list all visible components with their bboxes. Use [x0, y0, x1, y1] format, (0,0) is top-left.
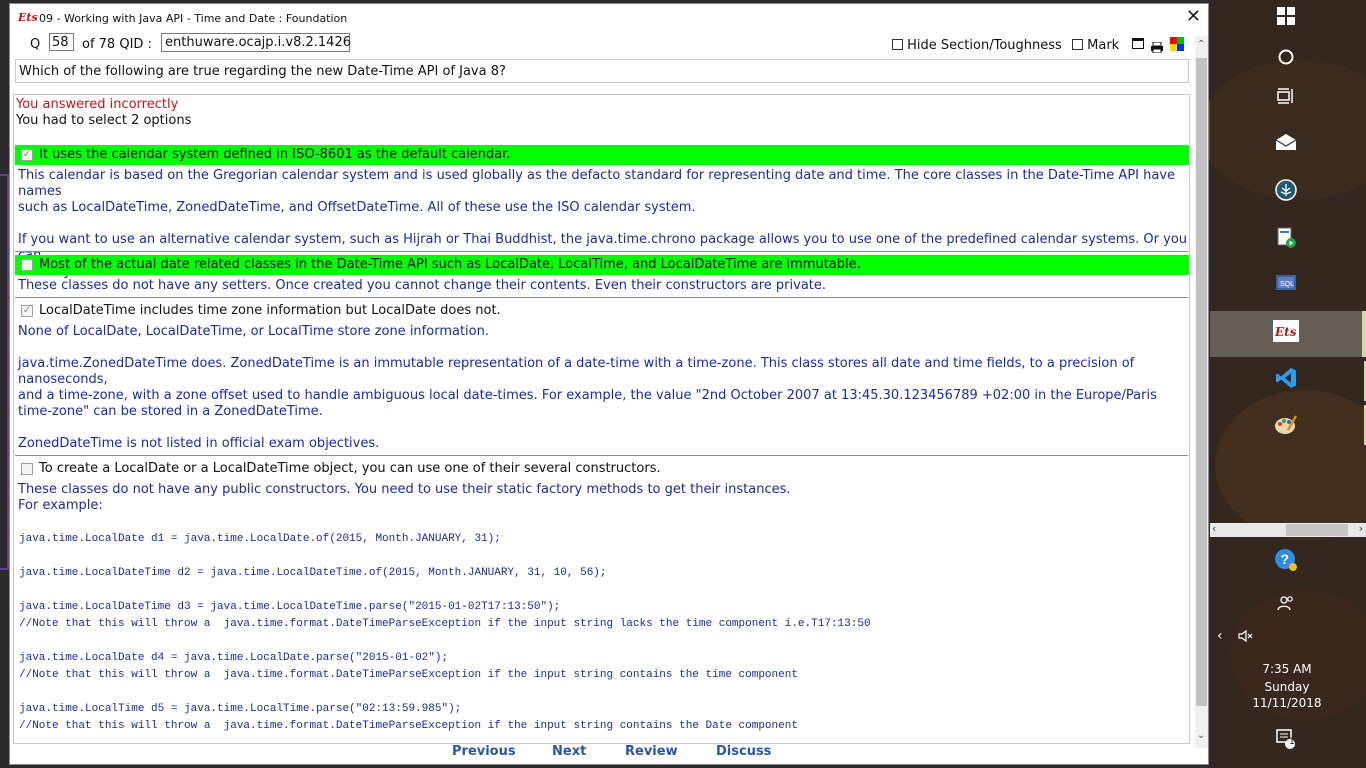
option-3[interactable]: ✓ LocalDateTime includes time zone infor…: [15, 301, 1189, 321]
option-2-checkbox[interactable]: [21, 259, 33, 271]
code-comment: //Note that this will throw a java.time.…: [19, 669, 798, 681]
option-4-explanation: These classes do not have any public con…: [18, 482, 1188, 514]
close-icon[interactable]: ✕: [1186, 8, 1201, 26]
option-divider: [15, 251, 1188, 252]
explanation-spacer: [18, 340, 1188, 356]
option-1-checkbox[interactable]: ✓: [21, 149, 33, 161]
question-toolbar: Q 58 of 78 QID : enthuware.ocajp.i.v8.2.…: [10, 32, 1208, 56]
clock-date: 11/11/2018: [1252, 696, 1322, 710]
option-2-text: Most of the actual date related classes …: [39, 257, 861, 272]
taskbar-horizontal-scrollbar[interactable]: ‹ ›: [1210, 522, 1366, 537]
notification-count: 1: [1289, 737, 1295, 747]
window-icon[interactable]: [1132, 38, 1144, 49]
app-tree-icon[interactable]: [1272, 179, 1300, 207]
qid-field[interactable]: enthuware.ocajp.i.v8.2.1426: [161, 33, 351, 52]
help-icon[interactable]: ?: [1272, 548, 1300, 576]
review-button[interactable]: Review: [625, 744, 678, 759]
explanation-spacer: [18, 420, 1188, 436]
sql-app-icon[interactable]: SQL: [1272, 273, 1300, 301]
color-settings-icon[interactable]: [1170, 36, 1184, 51]
volume-muted-icon[interactable]: [1238, 629, 1254, 647]
print-icon[interactable]: [1151, 38, 1163, 54]
option-3-text: LocalDateTime includes time zone informa…: [39, 303, 501, 318]
svg-text:SQL: SQL: [1280, 281, 1294, 288]
app-logo: Ets: [18, 11, 38, 24]
explanation-line: This calendar is based on the Gregorian …: [18, 168, 1176, 199]
result-status: You answered incorrectly: [16, 97, 179, 112]
mark-label: Mark: [1087, 38, 1120, 53]
option-1[interactable]: ✓ It uses the calendar system defined in…: [15, 145, 1189, 165]
window-title: 09 - Working with Java API - Time and Da…: [39, 12, 348, 25]
explanation-line: None of LocalDate, LocalDateTime, or Loc…: [18, 324, 489, 339]
hide-section-label: Hide Section/Toughness: [907, 38, 1062, 53]
notification-center-icon[interactable]: 1: [1272, 728, 1300, 756]
clock-time[interactable]: 7:35 AM: [1240, 662, 1334, 676]
option-2-explanation: These classes do not have any setters. O…: [18, 278, 1188, 294]
question-number-input[interactable]: 58: [49, 33, 74, 51]
explanation-line: ZonedDateTime is not listed in official …: [18, 436, 380, 451]
code-line: java.time.LocalDate d4 = java.time.Local…: [19, 652, 449, 664]
scroll-left-icon[interactable]: ‹: [1212, 522, 1216, 535]
explanation-line: These classes do not have any public con…: [18, 482, 791, 497]
cortana-icon[interactable]: [1272, 46, 1300, 74]
code-comment: //Note that this will throw a java.time.…: [19, 618, 871, 630]
option-divider: [15, 297, 1188, 298]
explanation-line: java.time.ZonedDateTime does. ZonedDateT…: [18, 356, 1135, 387]
taskbar-active-indicator: [1362, 311, 1366, 357]
option-4[interactable]: To create a LocalDate or a LocalDateTime…: [15, 459, 1189, 479]
hide-section-checkbox[interactable]: [892, 39, 903, 50]
code-line: java.time.LocalDateTime d2 = java.time.L…: [19, 567, 607, 579]
option-3-checkbox[interactable]: ✓: [21, 305, 33, 317]
scroll-up-icon[interactable]: ⌃: [1197, 39, 1205, 50]
scroll-down-icon[interactable]: ⌄: [1197, 730, 1205, 741]
svg-text:?: ?: [1281, 551, 1290, 567]
svg-text:Ets: Ets: [1274, 325, 1297, 339]
people-icon[interactable]: [1272, 592, 1300, 620]
question-text: Which of the following are true regardin…: [15, 59, 1189, 83]
mail-icon[interactable]: [1272, 132, 1300, 160]
scroll-right-icon[interactable]: ›: [1359, 522, 1363, 535]
question-total-label: of 78 QID :: [82, 37, 152, 52]
selection-info: You had to select 2 options: [16, 113, 192, 128]
discuss-button[interactable]: Discuss: [716, 744, 771, 759]
task-view-icon[interactable]: [1272, 85, 1300, 113]
vertical-scrollbar[interactable]: ⌃ ⌄: [1195, 36, 1208, 748]
option-3-explanation: None of LocalDate, LocalDateTime, or Loc…: [18, 324, 1188, 452]
ets-app-icon[interactable]: Ets: [1272, 320, 1300, 348]
hide-section-toggle[interactable]: Hide Section/Toughness: [892, 38, 1062, 53]
explanation-line: and a time-zone, with a zone offset used…: [18, 388, 1157, 403]
code-line: java.time.LocalDate d1 = java.time.Local…: [19, 533, 501, 545]
background-window-edge: [0, 174, 9, 570]
media-app-icon[interactable]: [1272, 227, 1300, 255]
tray-expand-icon[interactable]: ‹: [1217, 628, 1223, 644]
vscode-icon[interactable]: [1272, 367, 1300, 395]
scrollbar-thumb[interactable]: [1286, 524, 1348, 536]
explanation-spacer: [18, 216, 1188, 232]
next-button[interactable]: Next: [552, 744, 586, 759]
explanation-line: time-zone" can be stored in a ZonedDateT…: [18, 404, 323, 419]
clock-day: Sunday: [1264, 680, 1310, 694]
explanation-line: such as LocalDateTime, ZonedDateTime, an…: [18, 200, 696, 215]
option-1-text: It uses the calendar system defined in I…: [39, 147, 511, 162]
exam-window: Ets 09 - Working with Java API - Time an…: [9, 3, 1209, 765]
mark-toggle[interactable]: Mark: [1072, 38, 1119, 53]
option-2[interactable]: Most of the actual date related classes …: [15, 255, 1189, 275]
mark-checkbox[interactable]: [1072, 39, 1083, 50]
answer-panel: You answered incorrectly You had to sele…: [13, 94, 1190, 744]
explanation-line: These classes do not have any setters. O…: [18, 278, 827, 293]
explanation-line: For example:: [18, 498, 103, 513]
question-label: Q: [30, 37, 41, 52]
code-line: java.time.LocalTime d5 = java.time.Local…: [19, 703, 462, 715]
title-bar: Ets 09 - Working with Java API - Time an…: [10, 4, 1208, 32]
code-comment: //Note that this will throw a java.time.…: [19, 720, 798, 732]
scrollbar-thumb[interactable]: [1196, 58, 1207, 706]
previous-button[interactable]: Previous: [452, 744, 516, 759]
paint-icon[interactable]: [1272, 414, 1300, 442]
option-4-text: To create a LocalDate or a LocalDateTime…: [39, 461, 661, 476]
windows-start-icon[interactable]: [1272, 6, 1300, 34]
option-4-checkbox[interactable]: [21, 463, 33, 475]
navigation-bar: Previous Next Review Discuss: [10, 744, 1208, 764]
code-line: java.time.LocalDateTime d3 = java.time.L…: [19, 601, 561, 613]
option-divider: [15, 455, 1188, 456]
